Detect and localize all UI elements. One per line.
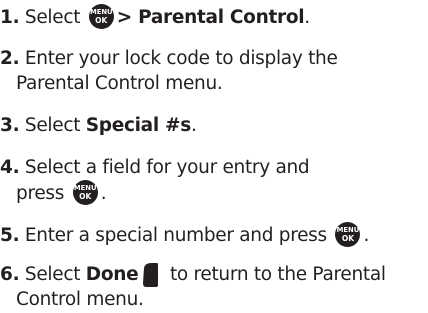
step-text: Select (24, 264, 86, 285)
step-text: Enter a special number and press (24, 225, 333, 246)
step-number: 3. (0, 115, 20, 136)
step-number: 2. (0, 48, 20, 69)
step-3: 3. Select Special #s. (0, 115, 197, 136)
step-2-continued: Parental Control menu. (0, 71, 223, 97)
menu-ok-key-icon: MENU OK (72, 180, 98, 205)
menu-ok-key-icon: MENU OK (88, 4, 114, 29)
step-text: Select a field for your entry and (24, 157, 310, 178)
left-softkey-icon (142, 262, 159, 296)
step-bold-text: Special #s (85, 115, 192, 136)
menu-ok-key-icon: MENU OK (335, 222, 361, 247)
step-text: Parental Control menu. (16, 73, 223, 94)
step-bold-text: Done (85, 264, 139, 285)
step-4: 4. Select a field for your entry and (0, 155, 310, 181)
step-5: 5. Enter a special number and press MENU… (0, 222, 369, 249)
step-number: 5. (0, 225, 20, 246)
step-number: 4. (0, 157, 20, 178)
step-text: Control menu. (16, 289, 144, 310)
step-1: 1. Select MENU OK > Parental Control. (0, 4, 310, 31)
step-text: Select (24, 7, 86, 28)
step-number: 1. (0, 7, 20, 28)
step-text: Select (24, 115, 86, 136)
step-text: to return to the Parental (164, 264, 386, 285)
step-number: 6. (0, 264, 20, 285)
step-text: Enter your lock code to display the (24, 48, 338, 69)
step-4-continued: press MENU OK. (0, 180, 107, 207)
step-text: press (16, 183, 70, 204)
step-bold-text: > Parental Control (116, 7, 305, 28)
step-6-continued: Control menu. (0, 287, 144, 313)
step-2: 2. Enter your lock code to display the (0, 46, 338, 72)
